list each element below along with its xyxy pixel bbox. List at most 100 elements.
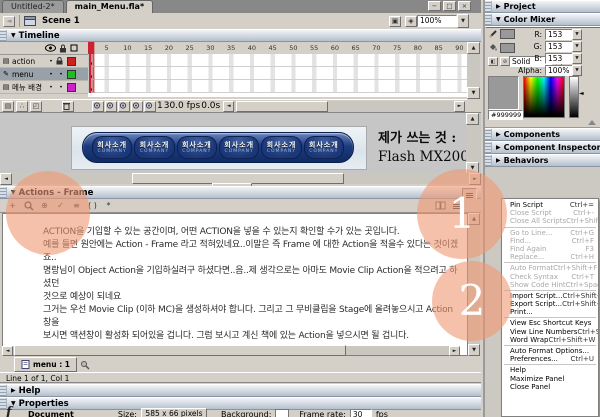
frame-rate-value[interactable]: 30.0 fps: [164, 101, 200, 111]
show-hide-eye-icon[interactable]: [45, 44, 56, 52]
help-panel-header[interactable]: ▶ Help: [0, 384, 481, 397]
check-syntax-icon[interactable]: ✓: [54, 200, 67, 211]
restore-icon[interactable]: □: [443, 1, 456, 11]
reference-icon[interactable]: [434, 200, 447, 211]
view-options-icon[interactable]: [450, 200, 463, 211]
script-text[interactable]: ACTION을 기입할 수 있는 공간이며, 어떤 ACTION을 넣을 수 있…: [43, 226, 459, 356]
script-tab-menu[interactable]: menu : 1: [14, 357, 77, 372]
nav-button-2[interactable]: 회사소개COMPANY: [134, 136, 174, 159]
layer-row-2[interactable]: ✎menu••: [0, 68, 88, 81]
timeline-vertical-scrollbar[interactable]: ▲ ▼: [467, 42, 480, 97]
actions-panel-header[interactable]: ▼ Actions - Frame: [0, 186, 481, 199]
onion-outline-icon[interactable]: [118, 101, 130, 112]
fill-bucket-icon[interactable]: [488, 42, 498, 52]
menu-item-export-script[interactable]: Export Script...Ctrl+Shift+X: [502, 300, 598, 308]
insert-target-path-icon[interactable]: ⊕: [38, 200, 51, 211]
layer-visibility-dot[interactable]: •: [46, 71, 56, 78]
color-mixer-panel-header[interactable]: ▼ Color Mixer: [485, 13, 600, 26]
panel-grip[interactable]: [485, 129, 492, 140]
behaviors-panel-header[interactable]: ▶ Behaviors: [485, 154, 600, 167]
insert-layer-icon[interactable]: ▤: [2, 101, 14, 112]
stroke-color-swatch[interactable]: [500, 29, 515, 39]
alpha-stepper-icon[interactable]: ▼: [572, 65, 582, 76]
alpha-input[interactable]: 100%: [545, 65, 575, 76]
edit-symbols-icon[interactable]: ◈: [405, 16, 417, 27]
menu-item-import-script[interactable]: Import Script...Ctrl+Shift+I: [502, 292, 598, 300]
onion-skin-icon[interactable]: [105, 101, 117, 112]
menu-item-help[interactable]: Help: [502, 366, 598, 374]
stage-vertical-scrollbar[interactable]: ▲ ▼: [466, 113, 479, 172]
menu-item-pin-script[interactable]: Pin ScriptCtrl+=: [502, 201, 598, 209]
brightness-slider-arrow-icon[interactable]: ◄: [579, 90, 584, 97]
nav-button-3[interactable]: 회사소개COMPANY: [177, 136, 217, 159]
minimize-icon[interactable]: −: [428, 1, 441, 11]
playhead[interactable]: [89, 42, 95, 93]
fill-color-swatch[interactable]: [500, 43, 515, 53]
script-vertical-scrollbar[interactable]: ▲ ▼: [468, 213, 480, 356]
edit-scene-icon[interactable]: ▣: [389, 16, 401, 27]
layer-row-1[interactable]: ▤action•: [0, 55, 88, 68]
nav-button-1[interactable]: 회사소개COMPANY: [92, 136, 132, 159]
timeline-panel-header[interactable]: ▼ Timeline: [0, 29, 481, 42]
edit-multiple-frames-icon[interactable]: [131, 101, 143, 112]
black-white-icon[interactable]: ◧: [488, 57, 498, 66]
script-pane[interactable]: ACTION을 기입할 수 있는 공간이며, 어떤 ACTION을 넣을 수 있…: [2, 213, 468, 356]
tab-untitled-2[interactable]: Untitled-2*: [2, 0, 64, 13]
zoom-control[interactable]: 100% ▼: [417, 14, 469, 28]
zoom-dropdown-icon[interactable]: ▼: [457, 14, 469, 28]
layer-lock-dot[interactable]: •: [56, 71, 66, 78]
script-horizontal-scrollbar[interactable]: ◄ ►: [2, 346, 460, 355]
menu-item-auto-format-options[interactable]: Auto Format Options...: [502, 347, 598, 355]
panel-grip[interactable]: [485, 142, 492, 153]
b-stepper-icon[interactable]: ▼: [572, 53, 582, 64]
panel-grip[interactable]: [0, 385, 7, 396]
frame-row[interactable]: [88, 80, 467, 93]
show-code-hint-icon[interactable]: ( ): [86, 200, 99, 211]
auto-format-icon[interactable]: ≡: [70, 200, 83, 211]
zoom-value[interactable]: 100%: [417, 15, 457, 27]
panel-resize-handle[interactable]: [588, 120, 596, 125]
debug-options-icon[interactable]: *: [102, 200, 115, 211]
layer-folder-icon[interactable]: ◰: [30, 101, 42, 112]
nav-button-4[interactable]: 회사소개COMPANY: [219, 136, 259, 159]
layer-outline-color[interactable]: [67, 57, 76, 66]
b-input[interactable]: 153: [545, 53, 575, 64]
nav-button-5[interactable]: 회사소개COMPANY: [261, 136, 301, 159]
layer-lock-dot[interactable]: •: [56, 84, 66, 91]
panel-grip[interactable]: [485, 1, 492, 12]
menu-item-word-wrap[interactable]: Word WrapCtrl+Shift+W: [502, 336, 598, 344]
menu-item-view-esc-shortcut-keys[interactable]: View Esc Shortcut Keys: [502, 319, 598, 327]
background-color-swatch[interactable]: [275, 409, 289, 417]
layer-outline-color[interactable]: [67, 83, 76, 92]
motion-guide-icon[interactable]: ∴: [16, 101, 28, 112]
frame-row[interactable]: [88, 67, 467, 80]
panel-grip[interactable]: [485, 155, 492, 166]
components-panel-header[interactable]: ▶ Components: [485, 128, 600, 141]
nav-button-6[interactable]: 회사소개COMPANY: [304, 136, 344, 159]
layer-visibility-dot[interactable]: •: [46, 84, 56, 91]
r-input[interactable]: 153: [545, 29, 575, 40]
lock-icon[interactable]: [59, 44, 67, 53]
delete-layer-icon[interactable]: [62, 101, 74, 112]
brightness-slider[interactable]: [569, 76, 579, 118]
component-inspector-panel-header[interactable]: ▶ Component Inspector: [485, 141, 600, 154]
layer-name[interactable]: action: [12, 57, 46, 66]
stage-pasteboard[interactable]: 회사소개COMPANY회사소개COMPANY회사소개COMPANY회사소개COM…: [0, 112, 481, 174]
outline-color-icon[interactable]: [70, 44, 78, 52]
tab-main-menu-fla[interactable]: main_Menu.fla*: [66, 0, 154, 13]
menu-item-view-line-numbers[interactable]: View Line NumbersCtrl+Shift+L: [502, 328, 598, 336]
layer-visibility-dot[interactable]: •: [46, 58, 56, 65]
panel-grip[interactable]: [0, 187, 7, 198]
panel-grip[interactable]: [0, 30, 7, 41]
panel-grip[interactable]: [485, 14, 492, 25]
color-picker-gradient[interactable]: [523, 76, 565, 118]
g-input[interactable]: 153: [545, 41, 575, 52]
g-stepper-icon[interactable]: ▼: [572, 41, 582, 52]
frames-area[interactable]: 51015202530354045505560657075808590: [88, 42, 467, 97]
layer-row-3[interactable]: ▤메뉴 배경••: [0, 81, 88, 94]
menu-item-close-panel[interactable]: Close Panel: [502, 383, 598, 391]
pin-script-icon[interactable]: [80, 360, 90, 370]
menu-item-preferences[interactable]: Preferences...Ctrl+U: [502, 355, 598, 363]
layer-lock-icon[interactable]: [56, 57, 66, 65]
stroke-color-pencil-icon[interactable]: [489, 29, 498, 38]
